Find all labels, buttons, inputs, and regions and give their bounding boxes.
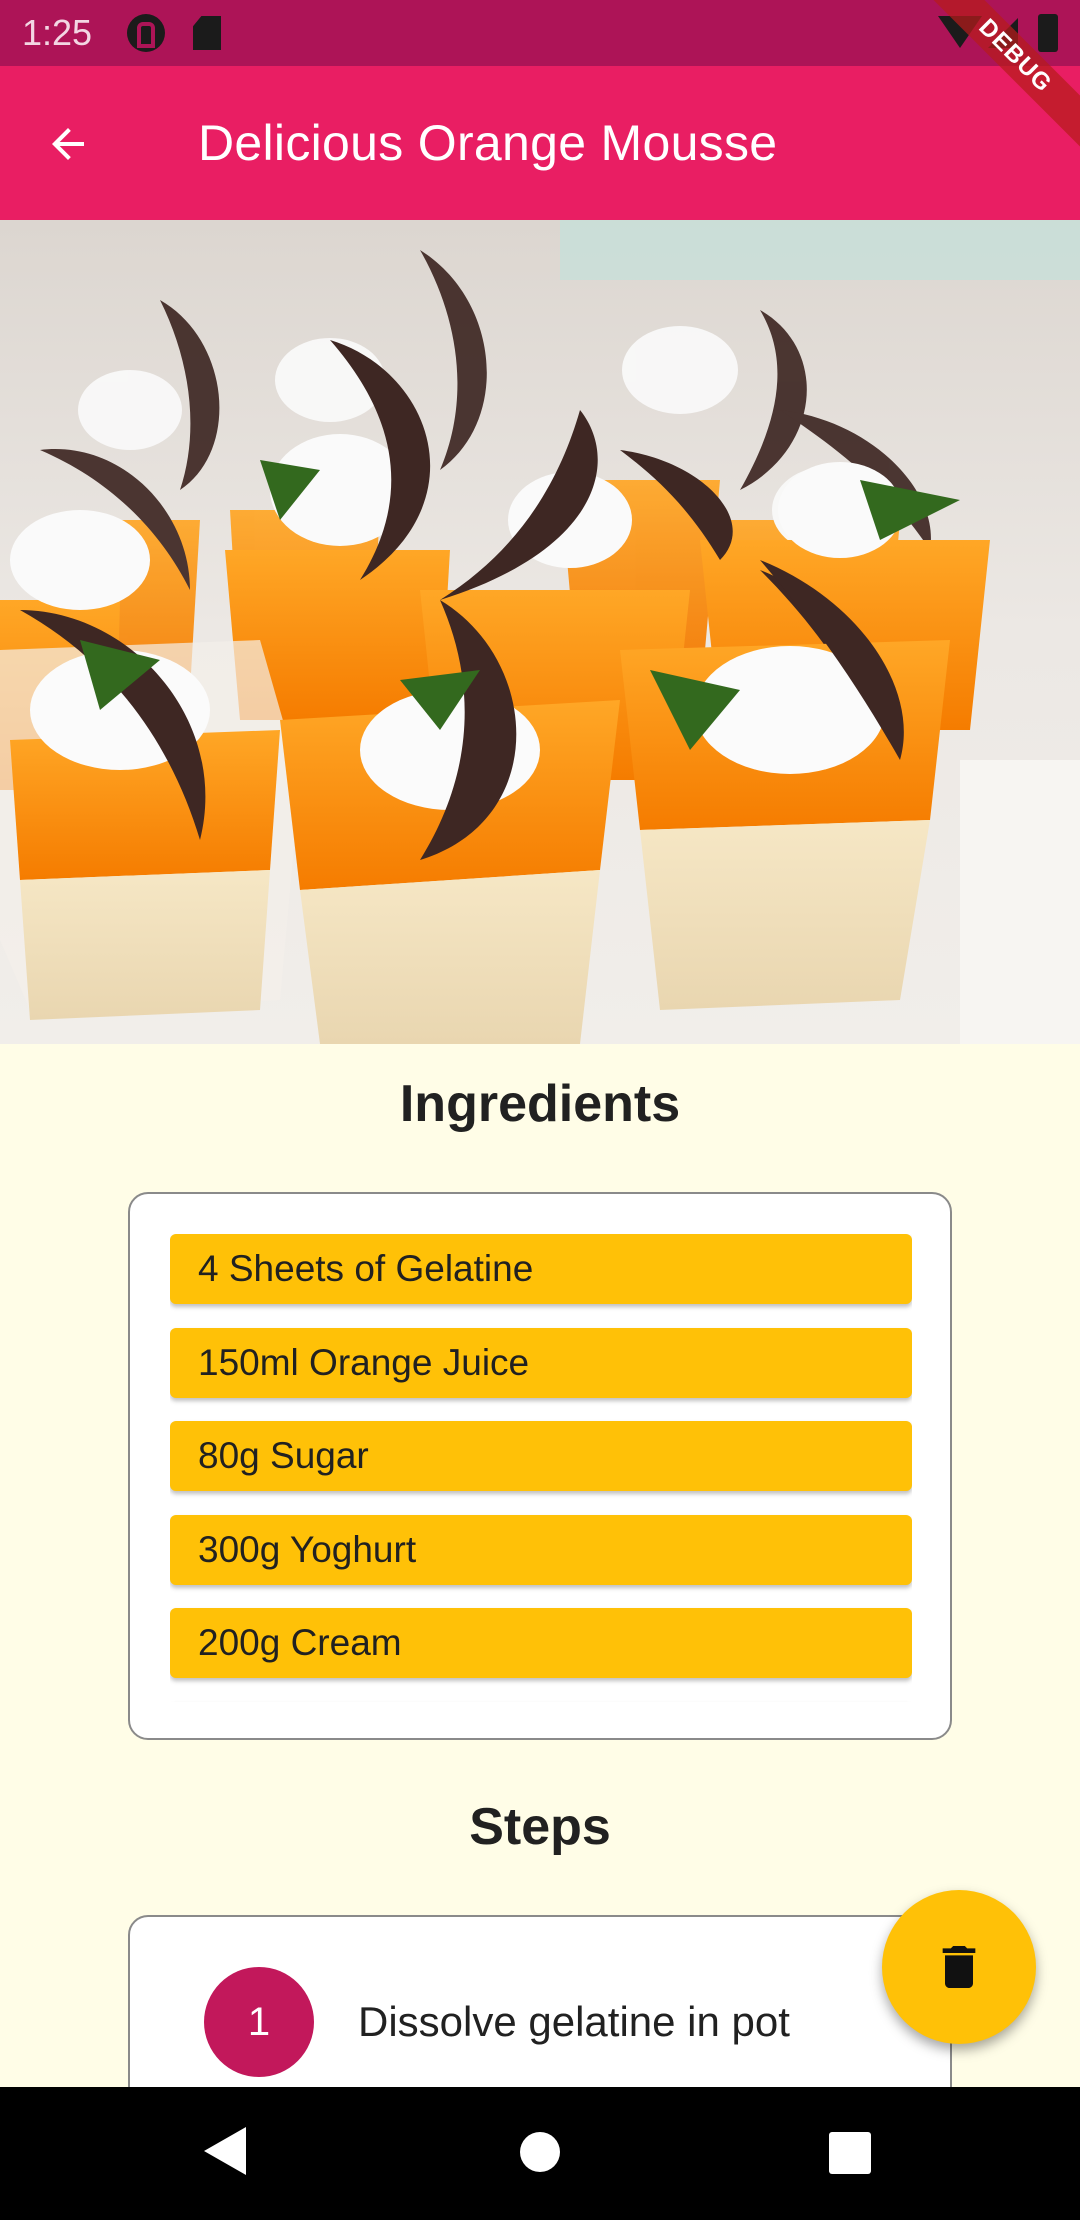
step-number-badge: 1 [204,1967,314,2077]
sd-card-icon [193,16,221,50]
step-item: 1 Dissolve gelatine in pot [204,1967,790,2077]
status-time: 1:25 [22,12,93,53]
nav-recents-icon[interactable] [829,2132,871,2174]
ingredient-item: 150ml Orange Juice [170,1327,912,1398]
ingredients-card[interactable]: 4 Sheets of Gelatine 150ml Orange Juice … [128,1192,952,1740]
wifi-icon [938,16,982,48]
recipe-image [0,220,1080,1044]
ingredient-item: 80g Sugar [170,1421,912,1491]
back-button[interactable] [30,106,106,182]
system-nav-bar [0,2087,1080,2220]
delete-icon [942,1946,976,1988]
nav-back-icon[interactable] [204,2127,246,2175]
app-bar: Delicious Orange Mousse [0,66,1080,220]
step-text: Dissolve gelatine in pot [358,1998,790,2045]
battery-icon [1038,14,1058,52]
arrow-back-icon [52,128,84,160]
ingredient-item: 300g Yoghurt [170,1514,912,1585]
orange-mousse-photo [0,220,1080,1044]
ingredient-item: 4 Sheets of Gelatine [170,1234,912,1304]
steps-heading: Steps [469,1798,611,1856]
nav-home-icon[interactable] [520,2132,560,2172]
page-title: Delicious Orange Mousse [198,115,778,171]
status-bar: 1:25 [0,0,1080,66]
ingredient-item: 200g Cream [170,1608,912,1678]
app-notification-icon [127,14,165,52]
ingredient-item [170,1701,912,1702]
ingredients-list[interactable]: 4 Sheets of Gelatine 150ml Orange Juice … [170,1234,912,1702]
delete-recipe-button[interactable] [882,1890,1036,2044]
ingredients-heading: Ingredients [399,1075,681,1133]
signal-icon [988,18,1018,48]
